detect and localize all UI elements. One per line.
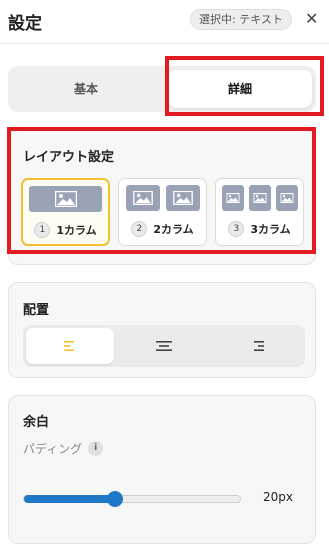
alignment-segmented-control <box>23 325 305 367</box>
padding-label: パディング <box>23 442 83 456</box>
image-icon <box>276 185 298 211</box>
spacing-title: 余白 <box>23 415 50 430</box>
option-text: 2カラム <box>153 223 194 236</box>
close-icon[interactable]: ✕ <box>305 9 318 29</box>
image-placeholders <box>23 186 108 212</box>
image-placeholders <box>119 185 206 211</box>
align-center-button[interactable] <box>120 328 208 364</box>
image-icon <box>222 185 244 211</box>
option-number: 1 <box>34 222 51 238</box>
align-center-icon <box>156 341 172 351</box>
layout-option-2-column[interactable]: 2 2カラム <box>118 178 207 246</box>
panel-title: 設定 <box>8 14 42 34</box>
option-number: 2 <box>131 221 148 237</box>
spacing-card: 余白 パディング i 20px <box>8 395 316 544</box>
tab-bar: 基本 詳細 <box>8 66 316 112</box>
panel-header: 設定 選択中: テキスト ✕ <box>0 0 329 44</box>
padding-value: 20px <box>263 490 293 504</box>
layout-option-1-column[interactable]: 1 1カラム <box>21 178 110 246</box>
align-right-icon <box>254 341 264 351</box>
align-right-button[interactable] <box>214 328 302 364</box>
image-icon <box>126 185 160 211</box>
option-label: 2 2カラム <box>119 219 206 239</box>
alignment-title: 配置 <box>23 303 50 318</box>
tab-detail[interactable]: 詳細 <box>168 70 312 108</box>
tab-basic[interactable]: 基本 <box>12 70 160 108</box>
image-icon <box>29 186 102 212</box>
option-number: 3 <box>228 221 245 237</box>
slider-fill <box>24 495 115 503</box>
option-label: 1 1カラム <box>23 220 108 240</box>
info-icon[interactable]: i <box>88 441 104 456</box>
image-icon <box>249 185 271 211</box>
align-left-icon <box>64 341 74 351</box>
alignment-card: 配置 <box>8 282 316 378</box>
layout-option-3-column[interactable]: 3 3カラム <box>215 178 304 246</box>
option-text: 3カラム <box>250 223 291 236</box>
option-label: 3 3カラム <box>216 219 303 239</box>
image-icon <box>166 185 200 211</box>
layout-settings-title: レイアウト設定 <box>23 150 115 165</box>
padding-label-row: パディング i <box>23 440 104 457</box>
layout-settings-card: レイアウト設定 1 1カラム 2 2カラム 3 3カラム <box>8 130 316 265</box>
padding-slider[interactable] <box>23 491 241 507</box>
selection-badge: 選択中: テキスト <box>190 9 292 30</box>
image-placeholders <box>216 185 303 211</box>
slider-thumb[interactable] <box>106 491 123 507</box>
option-text: 1カラム <box>56 224 97 237</box>
align-left-button[interactable] <box>26 328 114 364</box>
